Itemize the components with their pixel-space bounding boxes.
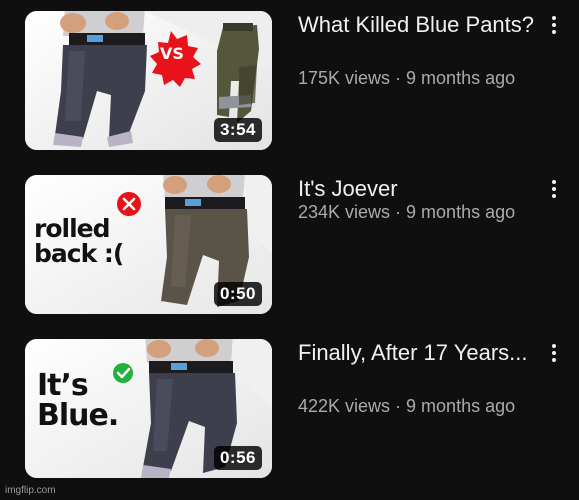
video-thumbnail[interactable]: It’s Blue. 0:56 [25, 339, 272, 478]
thumbnail-caption-line: Blue. [37, 398, 119, 433]
video-item[interactable]: VS 3:54 What Killed Blue Pants? 175K vie… [0, 11, 579, 156]
video-duration: 0:50 [213, 282, 262, 306]
video-title[interactable]: What Killed Blue Pants? [298, 11, 536, 39]
thumbnail-caption-line: rolled [34, 214, 111, 243]
video-thumbnail[interactable]: VS 3:54 [25, 11, 272, 150]
video-meta: 422K views · 9 months ago [298, 396, 516, 416]
vs-label: VS [160, 44, 184, 63]
thumbnail-caption: rolled back :( [34, 214, 124, 268]
imgflip-watermark: imgflip.com [5, 485, 56, 496]
kebab-vertical-icon[interactable] [545, 14, 563, 36]
video-duration: 0:56 [213, 446, 262, 470]
thumbnail-caption: It’s Blue. [37, 368, 119, 433]
video-title[interactable]: It's Joever [298, 175, 536, 203]
video-title[interactable]: Finally, After 17 Years... [298, 339, 536, 367]
kebab-vertical-icon[interactable] [545, 178, 563, 200]
kebab-vertical-icon[interactable] [545, 342, 563, 364]
video-item[interactable]: It’s Blue. 0:56 Finally, After 17 Years.… [0, 339, 579, 484]
video-duration: 3:54 [213, 118, 262, 142]
video-item[interactable]: rolled back :( 0:50 It's Joever 234K vie… [0, 175, 579, 320]
thumbnail-caption-line: back :( [34, 239, 124, 268]
video-meta: 175K views · 9 months ago [298, 68, 516, 88]
video-thumbnail[interactable]: rolled back :( 0:50 [25, 175, 272, 314]
video-feed: VS 3:54 What Killed Blue Pants? 175K vie… [0, 0, 579, 500]
thumbnail-caption-line: It’s [37, 368, 89, 403]
video-meta: 234K views · 9 months ago [298, 202, 516, 222]
